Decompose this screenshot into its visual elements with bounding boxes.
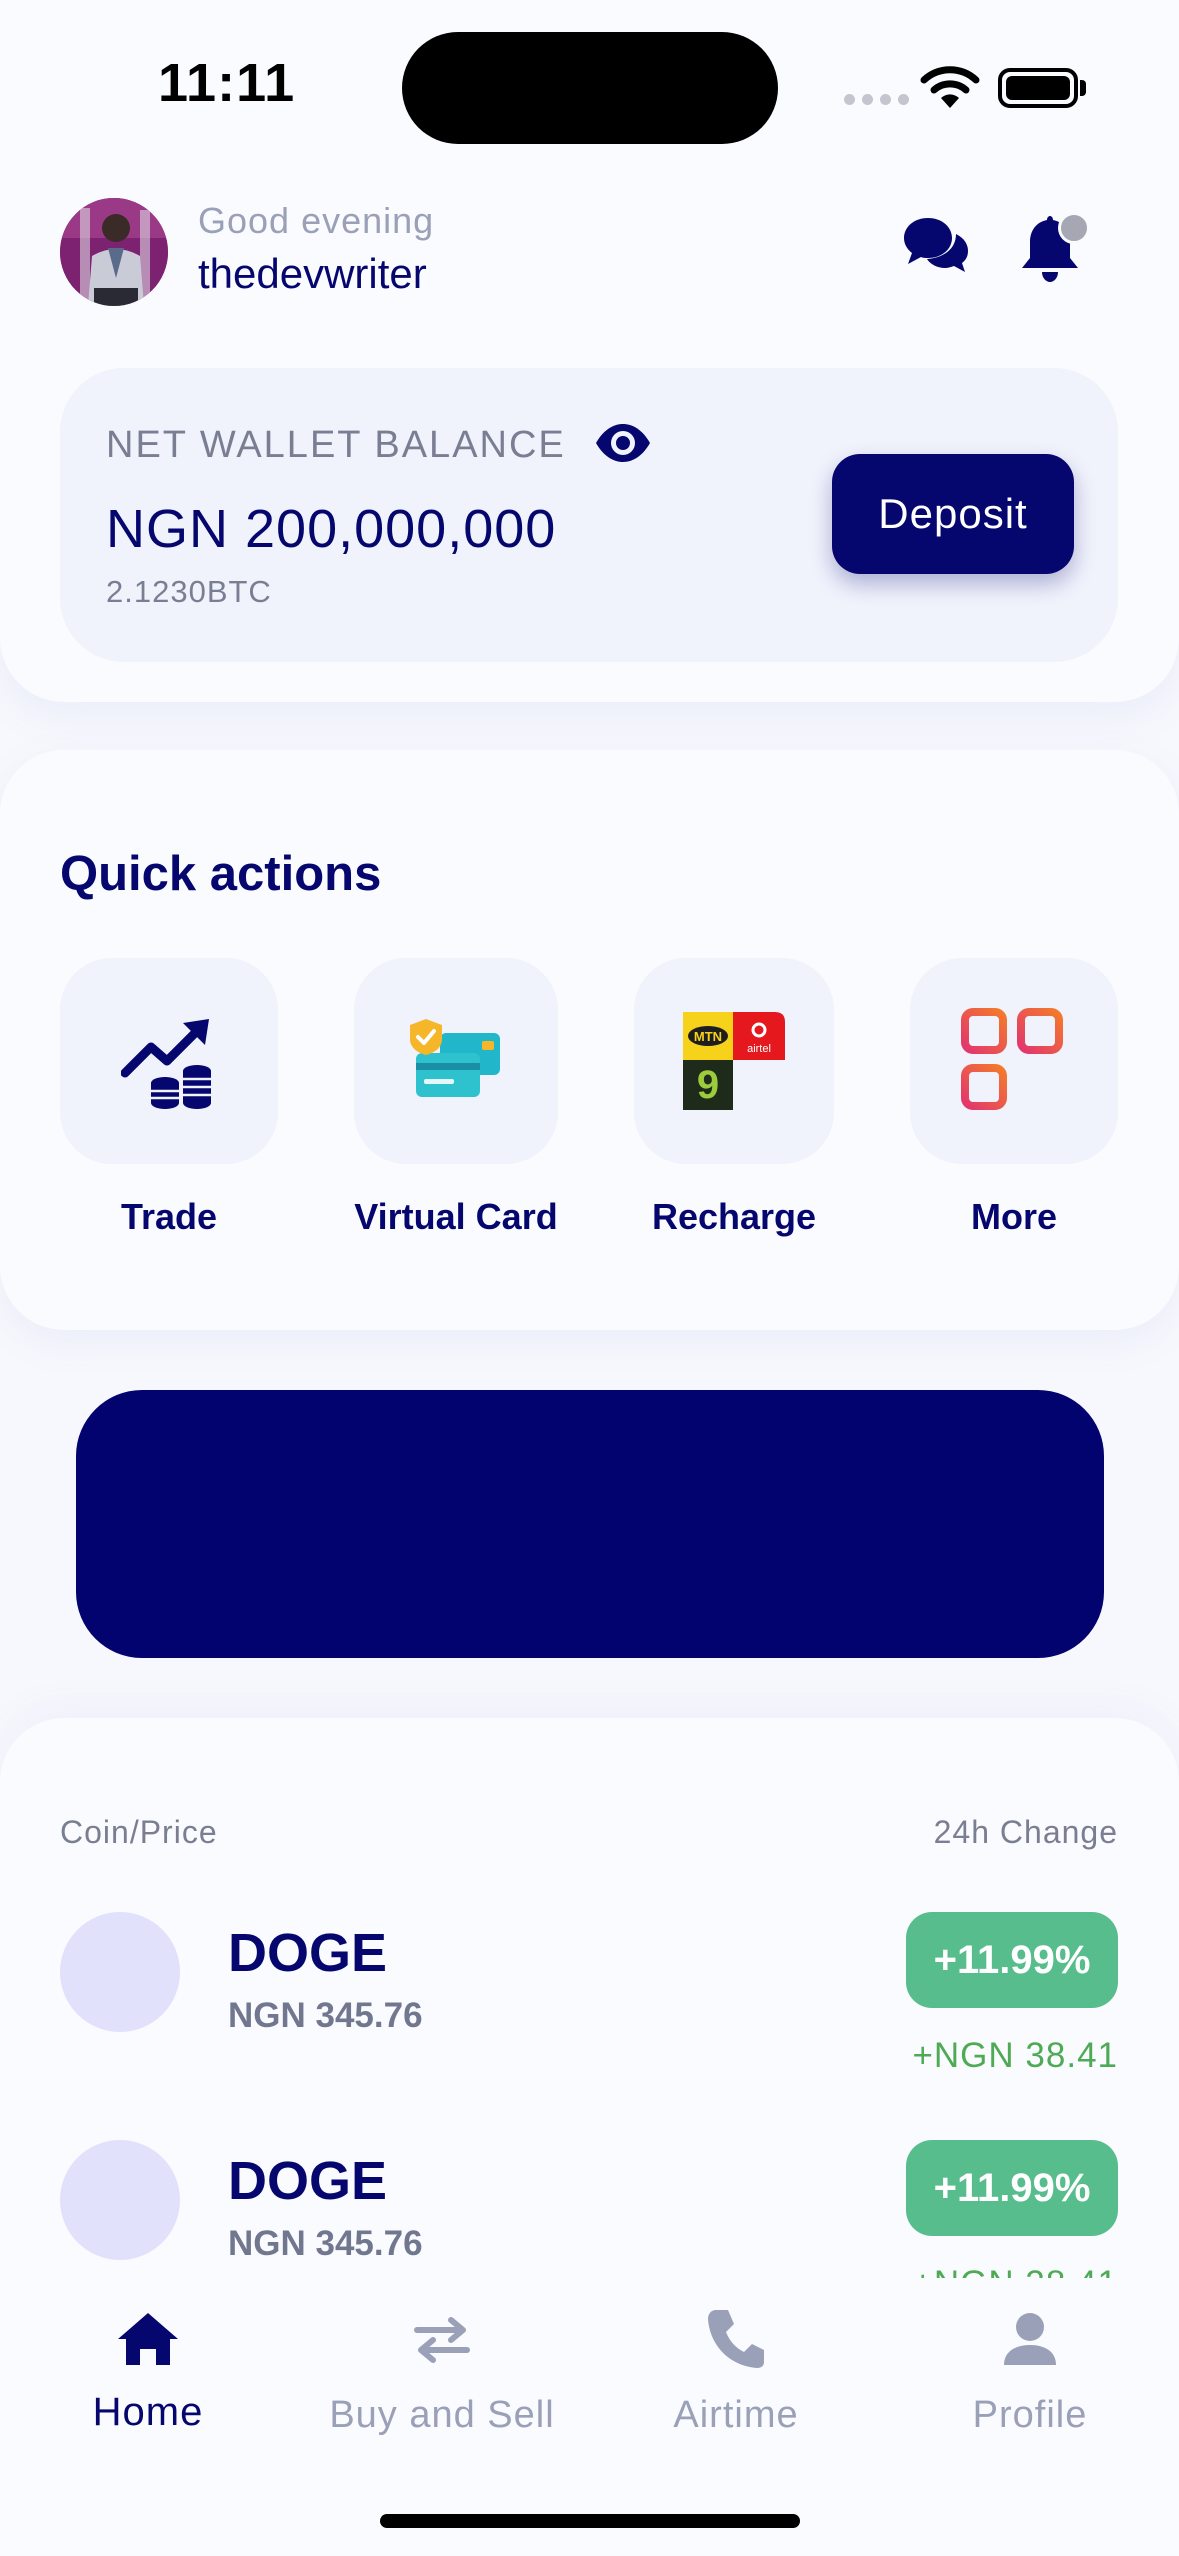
eye-icon[interactable] <box>594 422 652 464</box>
home-indicator <box>380 2514 800 2528</box>
quick-action-recharge-label: Recharge <box>651 1196 817 1237</box>
quick-action-virtual-card-label: Virtual Card <box>354 1196 558 1237</box>
battery-icon <box>998 68 1078 108</box>
quick-action-more-label: More <box>970 1196 1057 1237</box>
wallet-btc-equivalent: 2.1230BTC <box>106 574 272 609</box>
dynamic-island <box>402 32 778 144</box>
promo-banner[interactable] <box>76 1390 1104 1658</box>
avatar-photo <box>60 198 168 306</box>
nav-buy-and-sell[interactable]: Buy and Sell <box>312 2304 572 2437</box>
coin-name: DOGE <box>228 1923 388 1983</box>
home-icon <box>118 2313 178 2365</box>
coin-list[interactable]: DOGE NGN 345.76 +11.99% +NGN 38.41 DOGE … <box>0 1850 1179 2278</box>
notification-dot <box>1058 212 1090 244</box>
telecom-logos-icon: MTN airtel 9 <box>683 1012 785 1110</box>
cellular-signal-icon <box>844 94 909 105</box>
column-header-24h-change: 24h Change <box>933 1814 1118 1850</box>
virtual-card-icon <box>410 1019 500 1097</box>
coin-price: NGN 345.76 <box>228 1996 423 2035</box>
quick-action-virtual-card[interactable] <box>354 958 558 1164</box>
nav-home-label: Home <box>92 2390 204 2434</box>
nav-airtime-label: Airtime <box>673 2394 799 2436</box>
change-amount: +NGN 38.41 <box>912 2036 1118 2075</box>
quick-action-trade-label: Trade <box>120 1196 218 1237</box>
avatar[interactable] <box>60 198 168 306</box>
quick-action-trade[interactable] <box>60 958 278 1164</box>
change-badge: +11.99% <box>906 2140 1118 2236</box>
chat-bubbles-icon[interactable] <box>902 214 970 274</box>
coin-logo <box>60 2140 180 2260</box>
quick-actions-title: Quick actions <box>60 847 382 901</box>
deposit-button[interactable]: Deposit <box>832 454 1074 574</box>
phone-icon <box>708 2310 764 2368</box>
change-amount: +NGN 38.41 <box>912 2264 1118 2278</box>
quick-action-more[interactable] <box>910 958 1118 1164</box>
username: thedevwriter <box>198 250 427 297</box>
svg-text:MTN: MTN <box>694 1029 722 1044</box>
battery-tip <box>1080 80 1086 96</box>
change-badge: +11.99% <box>906 1912 1118 2008</box>
svg-text:9: 9 <box>697 1063 719 1107</box>
svg-text:airtel: airtel <box>747 1043 771 1055</box>
wallet-label: NET WALLET BALANCE <box>106 424 566 466</box>
coin-row[interactable]: DOGE NGN 345.76 +11.99% +NGN 38.41 <box>0 1912 1179 2132</box>
trade-chart-coins-icon <box>121 1019 211 1109</box>
coin-name: DOGE <box>228 2151 388 2211</box>
person-icon <box>1004 2313 1056 2365</box>
wifi-icon <box>920 66 980 108</box>
coin-logo <box>60 1912 180 2032</box>
nav-home[interactable]: Home <box>18 2304 278 2435</box>
swap-arrows-icon <box>414 2317 470 2363</box>
greeting-text: Good evening <box>198 200 435 241</box>
nav-profile[interactable]: Profile <box>900 2304 1160 2437</box>
status-time: 11:11 <box>158 53 296 113</box>
column-header-coin-price: Coin/Price <box>60 1814 218 1850</box>
coin-price: NGN 345.76 <box>228 2224 423 2263</box>
grid-more-icon <box>961 1008 1067 1110</box>
coin-row[interactable]: DOGE NGN 345.76 +11.99% +NGN 38.41 <box>0 2140 1179 2278</box>
nav-profile-label: Profile <box>972 2394 1088 2436</box>
quick-action-recharge[interactable]: MTN airtel 9 <box>634 958 834 1164</box>
nav-airtime[interactable]: Airtime <box>606 2304 866 2437</box>
nav-buy-and-sell-label: Buy and Sell <box>329 2394 555 2436</box>
wallet-balance-amount: NGN 200,000,000 <box>106 499 557 559</box>
